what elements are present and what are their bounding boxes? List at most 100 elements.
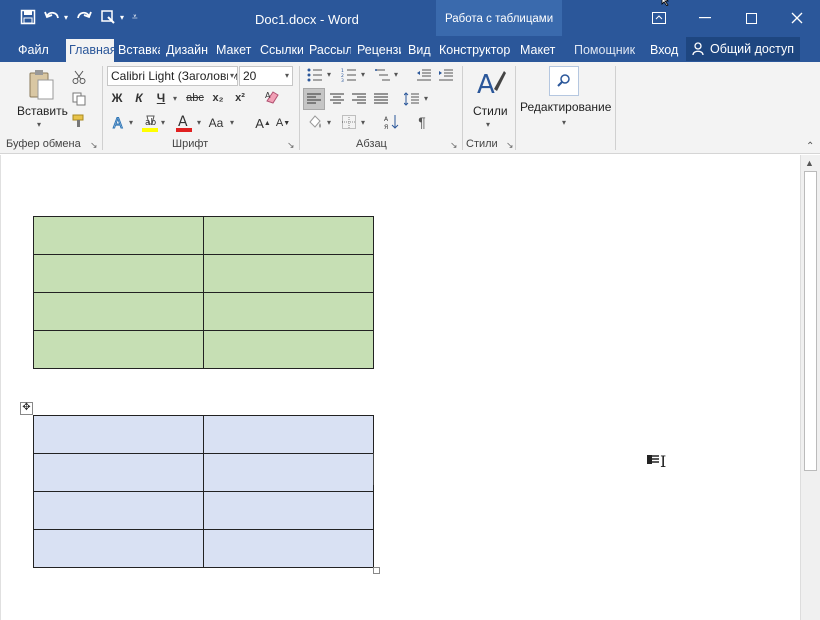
scrollbar-thumb[interactable] xyxy=(804,171,817,471)
touch-mode-icon[interactable]: ▾ xyxy=(100,6,124,28)
table-cell[interactable] xyxy=(203,415,374,454)
tab-view[interactable]: Вид xyxy=(408,39,432,62)
sort-icon[interactable]: AЯ xyxy=(382,112,402,132)
tab-review[interactable]: Рецензирование xyxy=(357,39,401,62)
minimize-icon[interactable] xyxy=(682,0,728,36)
undo-dropdown-icon[interactable]: ▾ xyxy=(64,13,68,22)
font-launcher-icon[interactable]: ↘ xyxy=(287,140,295,151)
close-icon[interactable] xyxy=(774,0,820,36)
chevron-down-icon[interactable]: ▾ xyxy=(227,67,234,85)
ribbon-display-options-icon[interactable] xyxy=(636,0,682,36)
font-color-dropdown-icon[interactable]: ▾ xyxy=(197,118,201,127)
borders-dropdown-icon[interactable]: ▾ xyxy=(361,118,365,127)
tab-table-design[interactable]: Конструктор xyxy=(439,39,513,62)
customize-qat-icon[interactable]: ⩡ xyxy=(132,6,138,28)
decrease-indent-icon[interactable] xyxy=(414,66,434,84)
underline-dropdown-icon[interactable]: ▾ xyxy=(173,94,177,103)
paste-label[interactable]: Вставить xyxy=(17,104,68,118)
tab-table-layout[interactable]: Макет xyxy=(520,39,558,62)
editing-label[interactable]: Редактирование xyxy=(520,100,611,114)
sign-in-link[interactable]: Вход xyxy=(650,39,680,62)
share-button[interactable]: Общий доступ xyxy=(686,37,800,61)
multilevel-list-icon[interactable] xyxy=(373,66,393,84)
table-cell[interactable] xyxy=(33,254,204,293)
align-right-icon[interactable] xyxy=(349,88,369,110)
align-left-icon[interactable] xyxy=(303,88,325,110)
table-cell[interactable] xyxy=(33,529,204,568)
superscript-button[interactable]: x² xyxy=(231,90,249,106)
collapse-ribbon-icon[interactable]: ⌃ xyxy=(806,141,814,152)
styles-dropdown-icon[interactable]: ▾ xyxy=(486,120,490,129)
highlight-dropdown-icon[interactable]: ▾ xyxy=(161,118,165,127)
paragraph-launcher-icon[interactable]: ↘ xyxy=(450,140,458,151)
tab-file[interactable]: Файл xyxy=(18,39,50,62)
justify-icon[interactable] xyxy=(371,88,391,110)
change-case-dropdown-icon[interactable]: ▾ xyxy=(230,118,234,127)
table-cell[interactable] xyxy=(33,292,204,331)
strikethrough-button[interactable]: abc xyxy=(185,90,205,106)
undo-icon[interactable]: ▾ xyxy=(44,6,68,28)
line-spacing-dropdown-icon[interactable]: ▾ xyxy=(424,94,428,103)
grow-font-icon[interactable]: A ▲ xyxy=(254,114,272,132)
table-move-handle-icon[interactable]: ✥ xyxy=(20,402,33,415)
editing-dropdown-icon[interactable]: ▾ xyxy=(562,118,566,127)
increase-indent-icon[interactable] xyxy=(436,66,456,84)
shading-icon[interactable] xyxy=(305,112,325,132)
table-cell[interactable] xyxy=(203,292,374,331)
bullets-dropdown-icon[interactable]: ▾ xyxy=(327,70,331,79)
numbering-icon[interactable]: 123 xyxy=(339,66,359,84)
bullets-icon[interactable] xyxy=(305,66,325,84)
table-cell[interactable] xyxy=(33,330,204,369)
maximize-icon[interactable] xyxy=(728,0,774,36)
tab-insert[interactable]: Вставка xyxy=(118,39,160,62)
tab-home[interactable]: Главная xyxy=(66,39,114,62)
table-cell[interactable] xyxy=(203,529,374,568)
chevron-down-icon[interactable]: ▾ xyxy=(285,67,289,85)
table-cell[interactable] xyxy=(33,216,204,255)
table-resize-handle-icon[interactable] xyxy=(373,567,380,574)
line-spacing-icon[interactable] xyxy=(402,88,422,110)
table-cell[interactable] xyxy=(203,330,374,369)
table-cell[interactable] xyxy=(33,491,204,530)
tab-design[interactable]: Дизайн xyxy=(166,39,209,62)
italic-button[interactable]: К xyxy=(131,90,147,106)
paste-icon[interactable] xyxy=(26,68,56,102)
green-table[interactable] xyxy=(33,216,374,369)
show-formatting-marks-icon[interactable]: ¶ xyxy=(412,112,432,132)
styles-icon[interactable]: A xyxy=(475,66,507,102)
scroll-up-icon[interactable]: ▲ xyxy=(805,158,814,168)
shading-dropdown-icon[interactable]: ▾ xyxy=(327,118,331,127)
tab-tell-me[interactable]: Помощник xyxy=(570,39,635,62)
paste-dropdown-icon[interactable]: ▾ xyxy=(37,120,41,129)
copy-icon[interactable] xyxy=(70,90,88,108)
table-cell[interactable] xyxy=(203,453,374,492)
bold-button[interactable]: Ж xyxy=(109,90,125,106)
text-effects-icon[interactable]: A xyxy=(109,114,129,132)
table-cell[interactable] xyxy=(203,216,374,255)
tab-mailings[interactable]: Рассылки xyxy=(309,39,351,62)
numbering-dropdown-icon[interactable]: ▾ xyxy=(361,70,365,79)
clipboard-launcher-icon[interactable]: ↘ xyxy=(90,140,98,151)
change-case-icon[interactable]: Aa xyxy=(206,114,226,132)
font-name-combobox[interactable]: Calibri Light (Заголовки) ▾ xyxy=(107,66,238,86)
format-painter-icon[interactable] xyxy=(70,112,88,130)
multilevel-dropdown-icon[interactable]: ▾ xyxy=(394,70,398,79)
cut-icon[interactable] xyxy=(70,68,88,86)
search-icon[interactable] xyxy=(549,66,579,96)
font-color-icon[interactable]: A xyxy=(175,112,193,134)
table-cell[interactable] xyxy=(33,415,204,454)
blue-table[interactable] xyxy=(33,415,374,568)
underline-button[interactable]: Ч xyxy=(153,90,169,106)
align-center-icon[interactable] xyxy=(327,88,347,110)
borders-icon[interactable] xyxy=(339,112,359,132)
table-cell[interactable] xyxy=(203,491,374,530)
font-size-combobox[interactable]: 20 ▾ xyxy=(239,66,293,86)
styles-launcher-icon[interactable]: ↘ xyxy=(506,140,514,151)
highlight-color-icon[interactable]: ab xyxy=(141,112,159,134)
tab-references[interactable]: Ссылки xyxy=(260,39,303,62)
clear-formatting-icon[interactable]: A xyxy=(262,88,282,106)
vertical-scrollbar[interactable]: ▲ xyxy=(800,155,820,620)
text-effects-dropdown-icon[interactable]: ▾ xyxy=(129,118,133,127)
save-icon[interactable] xyxy=(20,6,36,28)
tab-layout[interactable]: Макет xyxy=(216,39,254,62)
